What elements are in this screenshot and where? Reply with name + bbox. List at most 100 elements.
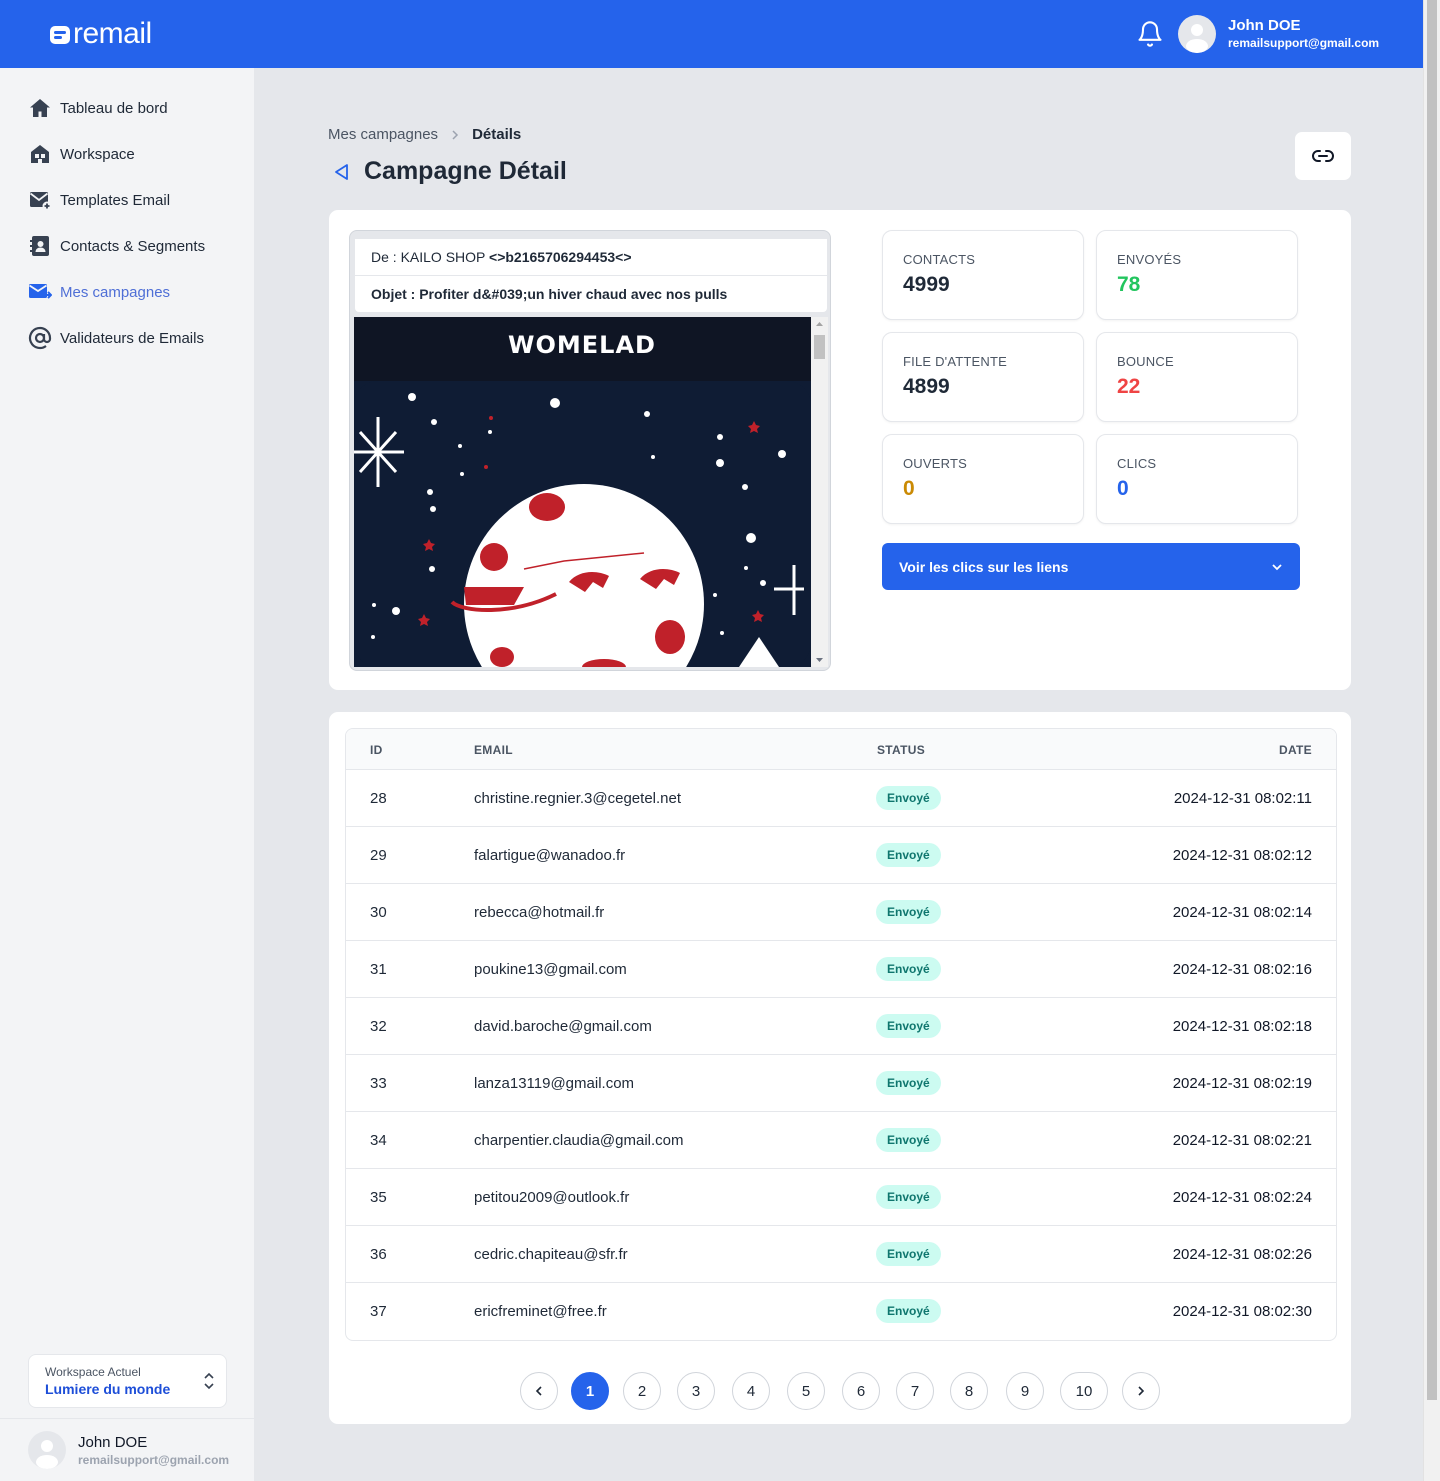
page-6-button[interactable]: 6 <box>842 1372 880 1410</box>
status-badge: Envoyé <box>876 1014 941 1038</box>
table-row[interactable]: 37 ericfreminet@free.fr Envoyé 2024-12-31 0… <box>346 1283 1336 1340</box>
avatar[interactable] <box>1178 15 1216 53</box>
workspace-switcher[interactable]: Workspace Actuel Lumiere du monde <box>28 1354 227 1408</box>
status-badge: Envoyé <box>876 1299 941 1323</box>
scrollbar-thumb[interactable] <box>1427 0 1437 1400</box>
column-header-id: ID <box>370 743 383 757</box>
sidebar-item-campaigns[interactable]: Mes campagnes <box>28 280 170 304</box>
page-3-button[interactable]: 3 <box>677 1372 715 1410</box>
row-date: 2024-12-31 08:02:18 <box>1172 1018 1312 1035</box>
row-email: poukine13@gmail.com <box>474 961 627 978</box>
stat-value: 4899 <box>903 375 950 398</box>
preview-scrollbar-thumb[interactable] <box>814 335 825 359</box>
status-badge: Envoyé <box>876 786 941 810</box>
page-8-button[interactable]: 8 <box>950 1372 988 1410</box>
table-row[interactable]: 35 petitou2009@outlook.fr Envoyé 2024-12-31… <box>346 1169 1336 1226</box>
table-row[interactable]: 32 david.baroche@gmail.com Envoyé 2024-12-3… <box>346 998 1336 1055</box>
remail-logo[interactable]: remail <box>49 18 152 50</box>
view-link-clicks-label: Voir les clics sur les liens <box>899 558 1069 575</box>
page-1-button[interactable]: 1 <box>571 1372 609 1410</box>
row-email: david.baroche@gmail.com <box>474 1018 652 1035</box>
recipients-table: ID EMAIL STATUS DATE 28 christine.regnier… <box>345 728 1337 1341</box>
column-header-date: DATE <box>1279 743 1312 757</box>
stat-label: ENVOYÉS <box>1117 252 1182 267</box>
top-bar: remail John DOE remailsupport@gmail.com <box>0 0 1423 68</box>
chevron-right-icon <box>1138 1386 1145 1396</box>
sidebar-item-label: Workspace <box>60 145 135 163</box>
table-row[interactable]: 34 charpentier.claudia@gmail.com Envoyé 202… <box>346 1112 1336 1169</box>
table-row[interactable]: 29 falartigue@wanadoo.fr Envoyé 2024-12-31 … <box>346 827 1336 884</box>
user-email: remailsupport@gmail.com <box>78 1453 230 1467</box>
table-row[interactable]: 31 poukine13@gmail.com Envoyé 2024-12-31 08… <box>346 941 1336 998</box>
user-email: remailsupport@gmail.com <box>1228 36 1380 50</box>
chevron-up-down-icon <box>204 1372 214 1390</box>
row-email: charpentier.claudia@gmail.com <box>474 1132 684 1149</box>
stat-contacts: CONTACTS 4999 <box>882 230 1084 320</box>
sidebar-item-templates[interactable]: Templates Email <box>28 188 170 212</box>
row-email: cedric.chapiteau@sfr.fr <box>474 1246 628 1263</box>
table-row[interactable]: 33 lanza13119@gmail.com Envoyé 2024-12-31 0… <box>346 1055 1336 1112</box>
stat-label: OUVERTS <box>903 456 968 471</box>
preview-scrollbar[interactable] <box>811 317 828 667</box>
table-row[interactable]: 30 rebecca@hotmail.fr Envoyé 2024-12-31 08:… <box>346 884 1336 941</box>
stat-value: 0 <box>1117 477 1129 500</box>
user-name: John DOE <box>1228 17 1301 34</box>
page-scrollbar[interactable] <box>1423 0 1440 1481</box>
next-page-button[interactable] <box>1122 1372 1160 1410</box>
sidebar-item-dashboard[interactable]: Tableau de bord <box>28 96 168 120</box>
sidebar-item-contacts[interactable]: Contacts & Segments <box>28 234 205 258</box>
page-4-button[interactable]: 4 <box>732 1372 770 1410</box>
sidebar-item-label: Contacts & Segments <box>60 237 206 255</box>
sidebar-user[interactable]: John DOE remailsupport@gmail.com <box>0 1418 255 1481</box>
bell-icon[interactable] <box>1136 19 1164 49</box>
mail-send-icon <box>29 284 52 299</box>
user-info[interactable]: John DOE remailsupport@gmail.com <box>1228 17 1379 52</box>
breadcrumb-parent[interactable]: Mes campagnes <box>328 126 438 143</box>
page-title: Campagne Détail <box>332 157 567 186</box>
sidebar-item-workspace[interactable]: Workspace <box>28 142 135 166</box>
pagination: 1 2 3 4 5 6 7 8 9 10 <box>329 1372 1353 1410</box>
campaign-overview-card: De : KAILO SHOP <>b2165706294453<> Objet… <box>328 209 1352 691</box>
table-row[interactable]: 36 cedric.chapiteau@sfr.fr Envoyé 2024-12-3… <box>346 1226 1336 1283</box>
scroll-down-icon[interactable] <box>811 653 828 667</box>
user-name: John DOE <box>78 1434 148 1451</box>
page-2-button[interactable]: 2 <box>623 1372 661 1410</box>
stat-queue: FILE D'ATTENTE 4899 <box>882 332 1084 422</box>
email-from: De : KAILO SHOP <>b2165706294453<> <box>355 239 827 276</box>
stat-label: BOUNCE <box>1117 354 1174 369</box>
stat-opened: OUVERTS 0 <box>882 434 1084 524</box>
table-body: 28 christine.regnier.3@cegetel.net Envoyé 2… <box>346 770 1336 1340</box>
copy-link-button[interactable] <box>1294 131 1352 181</box>
email-preview-frame[interactable]: WOMELAD <box>354 317 811 667</box>
email-subject: Objet : Profiter d&#039;un hiver chaud a… <box>355 276 827 312</box>
row-id: 36 <box>370 1246 387 1263</box>
view-link-clicks-button[interactable]: Voir les clics sur les liens <box>882 543 1300 590</box>
breadcrumb-current: Détails <box>472 126 522 143</box>
stat-bounce: BOUNCE 22 <box>1096 332 1298 422</box>
status-badge: Envoyé <box>876 957 941 981</box>
home-icon <box>30 99 50 117</box>
column-header-status: STATUS <box>877 743 926 757</box>
row-email: ericfreminet@free.fr <box>474 1303 607 1320</box>
sidebar-item-label: Templates Email <box>60 191 171 209</box>
stat-value: 78 <box>1117 273 1141 296</box>
brand-name: remail <box>73 17 152 50</box>
chevron-left-icon <box>535 1386 542 1396</box>
status-badge: Envoyé <box>876 1071 941 1095</box>
page-title-text: Campagne Détail <box>364 157 567 185</box>
page-10-button[interactable]: 10 <box>1060 1372 1108 1410</box>
table-row[interactable]: 28 christine.regnier.3@cegetel.net Envoyé 2… <box>346 770 1336 827</box>
christmas-banner-image: WOMELAD <box>354 317 811 667</box>
stat-value: 0 <box>903 477 915 500</box>
row-id: 34 <box>370 1132 387 1149</box>
scroll-up-icon[interactable] <box>811 317 828 331</box>
status-badge: Envoyé <box>876 1242 941 1266</box>
page-7-button[interactable]: 7 <box>896 1372 934 1410</box>
mail-plus-icon <box>29 192 52 211</box>
previous-page-button[interactable] <box>520 1372 558 1410</box>
sidebar-item-validators[interactable]: Validateurs de Emails <box>28 326 204 350</box>
stat-label: CLICS <box>1117 456 1157 471</box>
page-9-button[interactable]: 9 <box>1006 1372 1044 1410</box>
back-arrow-icon[interactable] <box>332 162 352 182</box>
page-5-button[interactable]: 5 <box>787 1372 825 1410</box>
